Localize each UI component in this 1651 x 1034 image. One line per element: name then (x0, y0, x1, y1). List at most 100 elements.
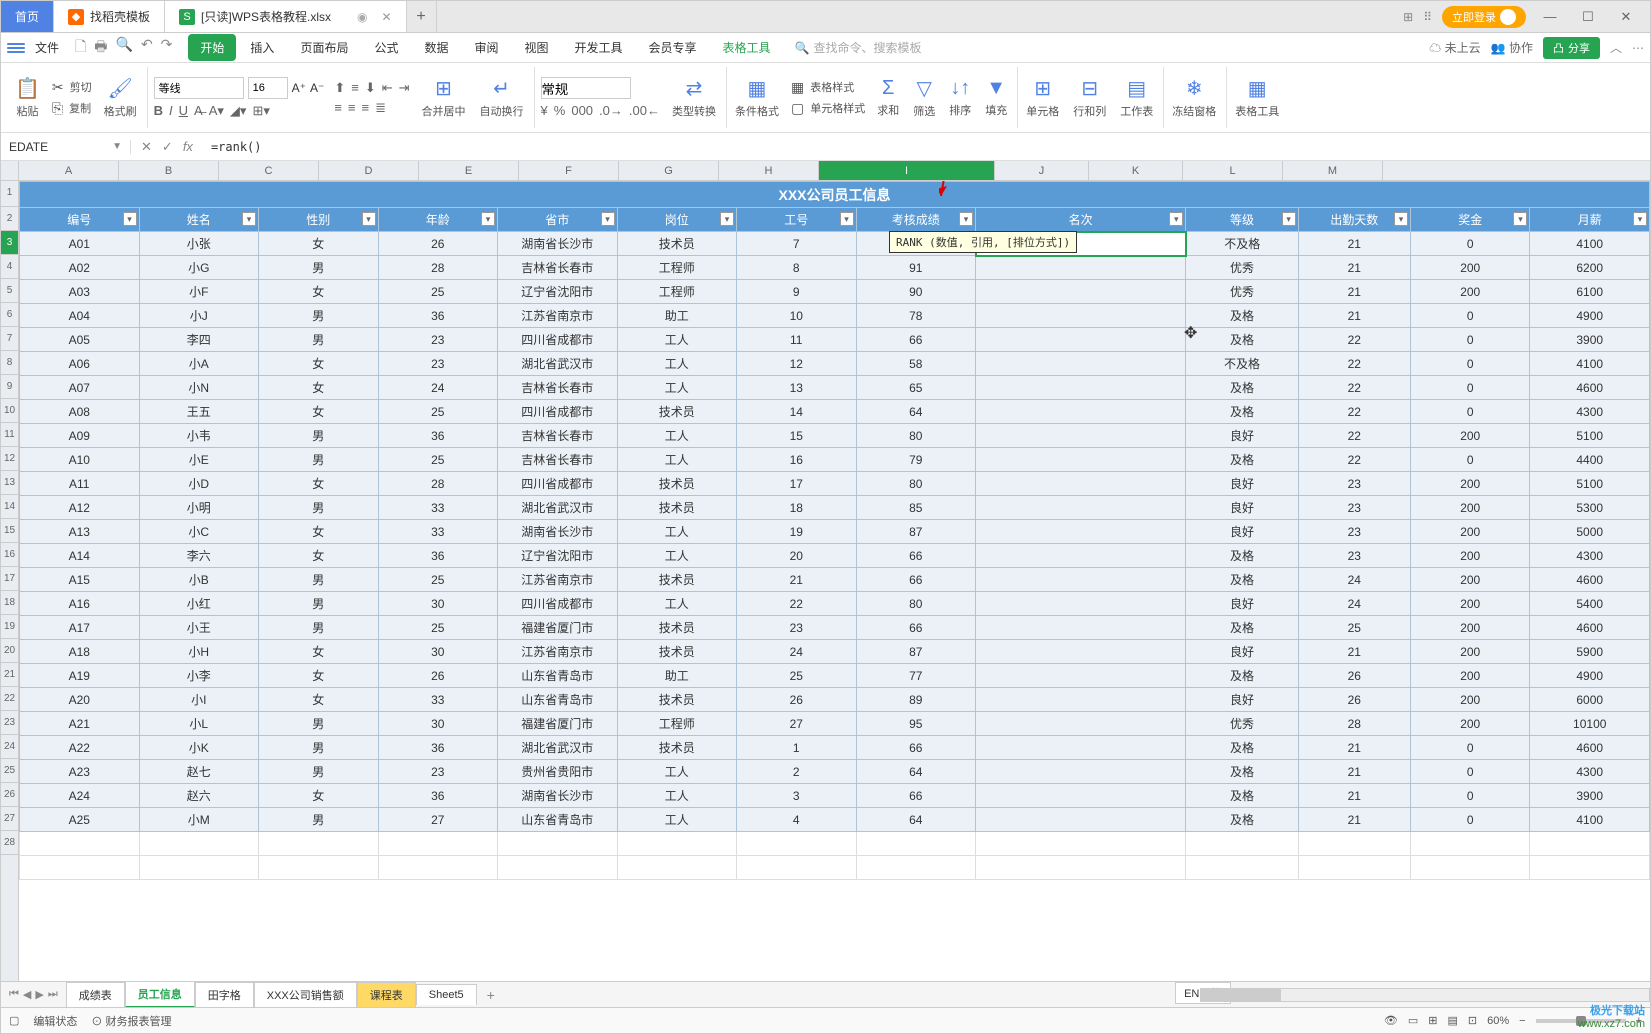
cancel-formula-icon[interactable]: ✕ (141, 139, 152, 155)
cell[interactable]: 工人 (617, 520, 737, 544)
cell[interactable]: 男 (259, 424, 379, 448)
cell[interactable]: 4600 (1530, 736, 1650, 760)
cell[interactable]: A23 (20, 760, 140, 784)
cell[interactable]: 20 (737, 544, 857, 568)
cell[interactable]: 9 (737, 280, 857, 304)
cell[interactable]: 25 (737, 664, 857, 688)
cell[interactable]: 36 (378, 424, 498, 448)
cell[interactable]: 200 (1410, 280, 1530, 304)
view-normal-icon[interactable]: ⊞ (1428, 1014, 1437, 1027)
cell-button[interactable]: ⊞单元格 (1020, 67, 1065, 128)
cell[interactable]: 工人 (617, 448, 737, 472)
table-header-3[interactable]: 年龄▾ (378, 208, 498, 232)
row-header-27[interactable]: 27 (1, 807, 18, 831)
sum-button[interactable]: Σ求和 (871, 67, 905, 128)
row-header-5[interactable]: 5 (1, 279, 18, 303)
cell[interactable]: 79 (856, 448, 976, 472)
row-header-14[interactable]: 14 (1, 495, 18, 519)
cell[interactable]: 工人 (617, 352, 737, 376)
cell[interactable]: 5400 (1530, 592, 1650, 616)
cell[interactable] (856, 856, 976, 880)
cell[interactable]: 23 (1298, 544, 1410, 568)
cell[interactable]: A18 (20, 640, 140, 664)
cell[interactable]: 87 (856, 640, 976, 664)
sort-button[interactable]: ↓↑排序 (943, 67, 977, 128)
filter-dropdown-icon[interactable]: ▾ (601, 212, 615, 226)
cell[interactable]: 男 (259, 736, 379, 760)
cell[interactable]: 4100 (1530, 352, 1650, 376)
more-icon[interactable]: ⋯ (1632, 41, 1644, 55)
wrap-button[interactable]: ↵自动换行 (474, 67, 535, 128)
cell[interactable]: A15 (20, 568, 140, 592)
save-icon[interactable]: 🗋 (75, 36, 86, 60)
cell[interactable]: 66 (856, 328, 976, 352)
cell[interactable]: 良好 (1186, 424, 1298, 448)
row-header-7[interactable]: 7 (1, 327, 18, 351)
cell[interactable]: 助工 (617, 664, 737, 688)
cell[interactable]: 200 (1410, 712, 1530, 736)
cell[interactable] (378, 856, 498, 880)
cell[interactable]: 辽宁省沈阳市 (498, 280, 618, 304)
cell[interactable]: 19 (737, 520, 857, 544)
cell[interactable]: 湖南省长沙市 (498, 520, 618, 544)
view-break-icon[interactable]: ⊡ (1468, 1014, 1477, 1027)
ribbon-tab-insert[interactable]: 插入 (238, 34, 286, 61)
table-tools-button[interactable]: ▦表格工具 (1229, 67, 1285, 128)
cell[interactable]: 福建省厦门市 (498, 616, 618, 640)
cell[interactable]: 24 (1298, 568, 1410, 592)
cell[interactable]: 4600 (1530, 616, 1650, 640)
filter-dropdown-icon[interactable]: ▾ (1169, 212, 1183, 226)
cell[interactable]: 200 (1410, 544, 1530, 568)
collapse-ribbon-icon[interactable]: ︿ (1610, 39, 1622, 56)
cell[interactable] (976, 352, 1186, 376)
cell[interactable]: 5100 (1530, 472, 1650, 496)
cell[interactable]: 良好 (1186, 520, 1298, 544)
accept-formula-icon[interactable]: ✓ (162, 139, 173, 155)
preview-icon[interactable]: 🔍 (116, 36, 133, 60)
ribbon-tab-start[interactable]: 开始 (188, 34, 236, 61)
cell[interactable]: 91 (856, 256, 976, 280)
cell[interactable]: 小N (139, 376, 259, 400)
row-header-16[interactable]: 16 (1, 543, 18, 567)
cell[interactable]: 0 (1410, 808, 1530, 832)
font-name-select[interactable] (154, 77, 244, 99)
border-icon[interactable]: ⊞▾ (252, 103, 269, 119)
cell[interactable]: 女 (259, 688, 379, 712)
cell[interactable]: 21 (1298, 808, 1410, 832)
cell[interactable]: 小G (139, 256, 259, 280)
percent-icon[interactable]: % (554, 103, 566, 118)
cell[interactable]: A10 (20, 448, 140, 472)
cell[interactable]: 21 (1298, 760, 1410, 784)
cell[interactable] (737, 832, 857, 856)
cell[interactable]: 0 (1410, 760, 1530, 784)
cell[interactable]: 男 (259, 712, 379, 736)
sheet-nav-next-icon[interactable]: ▶ (35, 988, 43, 1001)
cell[interactable]: 26 (1298, 664, 1410, 688)
cell[interactable]: A06 (20, 352, 140, 376)
sheet-nav-first-icon[interactable]: ⏮ (9, 988, 19, 1001)
cell[interactable]: 女 (259, 640, 379, 664)
filter-dropdown-icon[interactable]: ▾ (123, 212, 137, 226)
cell[interactable]: 小J (139, 304, 259, 328)
bold-icon[interactable]: B (154, 103, 163, 118)
cell[interactable]: 良好 (1186, 640, 1298, 664)
row-header-4[interactable]: 4 (1, 255, 18, 279)
filter-dropdown-icon[interactable]: ▾ (362, 212, 376, 226)
cell[interactable] (20, 856, 140, 880)
row-header-9[interactable]: 9 (1, 375, 18, 399)
cell[interactable]: 湖南省长沙市 (498, 232, 618, 256)
cell[interactable]: 工程师 (617, 712, 737, 736)
cell[interactable]: 5900 (1530, 640, 1650, 664)
cell[interactable]: 17 (737, 472, 857, 496)
cell[interactable]: A20 (20, 688, 140, 712)
cell[interactable]: 22 (1298, 424, 1410, 448)
cell[interactable]: 及格 (1186, 376, 1298, 400)
table-header-10[interactable]: 出勤天数▾ (1298, 208, 1410, 232)
cell[interactable]: 小I (139, 688, 259, 712)
row-header-8[interactable]: 8 (1, 351, 18, 375)
cell[interactable]: 26 (1298, 688, 1410, 712)
cell[interactable]: 64 (856, 400, 976, 424)
row-header-1[interactable]: 1 (1, 181, 18, 207)
cell[interactable]: A24 (20, 784, 140, 808)
cell[interactable] (1410, 856, 1530, 880)
